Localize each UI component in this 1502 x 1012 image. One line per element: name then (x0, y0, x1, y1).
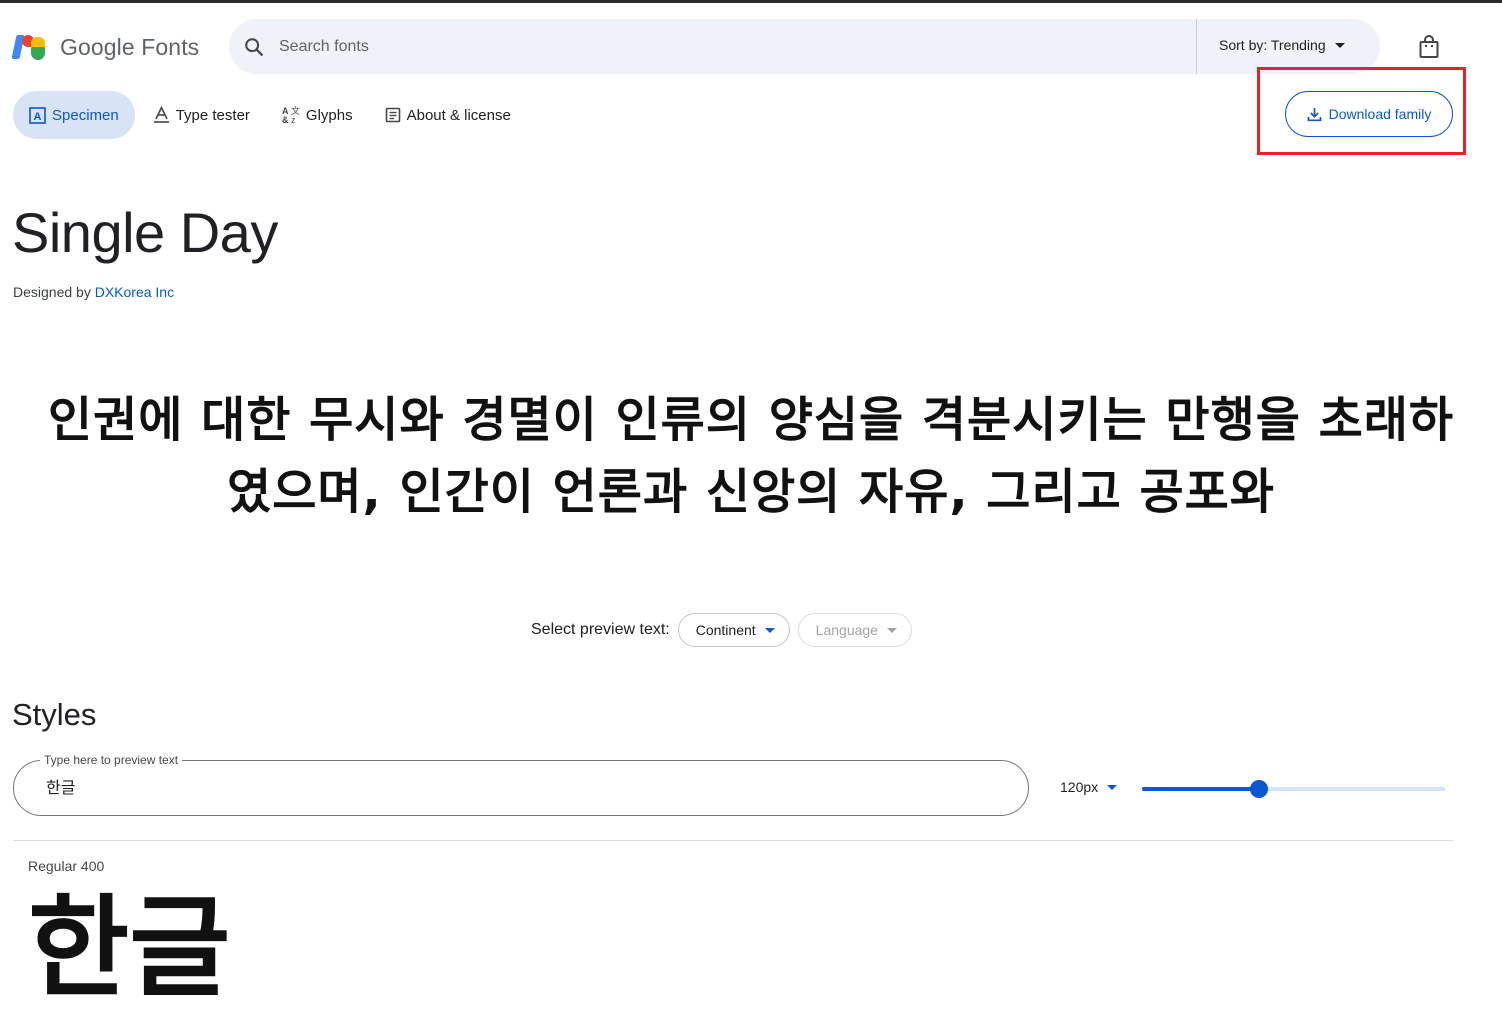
slider-fill (1142, 787, 1259, 791)
document-icon (385, 107, 400, 123)
preview-field-label: Type here to preview text (40, 753, 183, 767)
chevron-down-icon (1107, 784, 1118, 790)
font-tabs: A Specimen Type tester A 文 & z Glyphs Ab… (13, 91, 529, 139)
tab-label: Type tester (175, 106, 250, 124)
style-name: Regular 400 (28, 858, 105, 874)
preview-line: 였으며, 인간이 언론과 신앙의 자유, 그리고 공포와 (227, 464, 1275, 520)
logo-text: Google Fonts (60, 33, 200, 60)
designed-by-label: Designed by (13, 284, 91, 300)
select-preview-label: Select preview text: (531, 621, 670, 638)
search-icon[interactable] (243, 36, 265, 58)
search-input[interactable] (277, 31, 1181, 63)
tab-type-tester[interactable]: Type tester (139, 91, 264, 139)
continent-label: Continent (695, 622, 756, 638)
chevron-down-icon (1334, 42, 1345, 48)
language-dropdown[interactable]: Language (797, 613, 912, 647)
tab-label: Glyphs (305, 106, 353, 124)
designer-line: Designed by DXKorea Inc (13, 284, 174, 300)
style-divider (13, 840, 1453, 841)
specimen-icon: A (29, 106, 46, 124)
designer-link[interactable]: DXKorea Inc (95, 284, 174, 300)
svg-text:&: & (282, 115, 289, 124)
font-size-value: 120px (1060, 779, 1099, 795)
chevron-down-icon (764, 627, 775, 633)
continent-dropdown[interactable]: Continent (677, 613, 790, 647)
specimen-preview-text: 인권에 대한 무시와 경멸이 인류의 양심을 격분시키는 만행을 초래하 였으며… (20, 384, 1482, 528)
shopping-bag-icon[interactable] (1418, 35, 1440, 59)
svg-text:A: A (34, 111, 42, 123)
glyphs-icon: A 文 & z (282, 106, 300, 124)
tab-label: About & license (406, 106, 511, 124)
chevron-down-icon (886, 627, 897, 633)
preview-text-field: Type here to preview text (13, 753, 1029, 816)
search-bar: Sort by: Trending (229, 19, 1380, 74)
preview-text-input[interactable] (44, 775, 948, 796)
sort-dropdown[interactable]: Sort by: Trending (1219, 37, 1345, 53)
font-size-slider[interactable] (1142, 780, 1445, 798)
preview-line: 인권에 대한 무시와 경멸이 인류의 양심을 격분시키는 만행을 초래하 (47, 392, 1455, 448)
search-divider (1196, 19, 1197, 74)
window-top-border (0, 0, 1502, 3)
highlight-annotation-box (1257, 67, 1466, 155)
tab-glyphs[interactable]: A 文 & z Glyphs (268, 91, 367, 139)
tab-about-license[interactable]: About & license (371, 91, 525, 139)
type-tester-icon (153, 106, 169, 123)
tab-label: Specimen (52, 106, 119, 124)
styles-heading: Styles (12, 697, 97, 732)
preview-text-selector: Select preview text: Continent Language (531, 612, 920, 648)
language-label: Language (815, 622, 878, 638)
sort-label: Sort by: Trending (1219, 37, 1326, 53)
font-size-dropdown[interactable]: 120px (1060, 779, 1118, 795)
google-fonts-logo-icon (11, 33, 48, 61)
svg-text:z: z (291, 115, 296, 124)
google-fonts-logo[interactable]: Google Fonts (11, 30, 200, 64)
style-sample-text: 한글 (28, 884, 231, 1012)
page-title: Single Day (12, 201, 278, 264)
tab-specimen[interactable]: A Specimen (13, 91, 135, 139)
slider-thumb[interactable] (1249, 780, 1268, 798)
